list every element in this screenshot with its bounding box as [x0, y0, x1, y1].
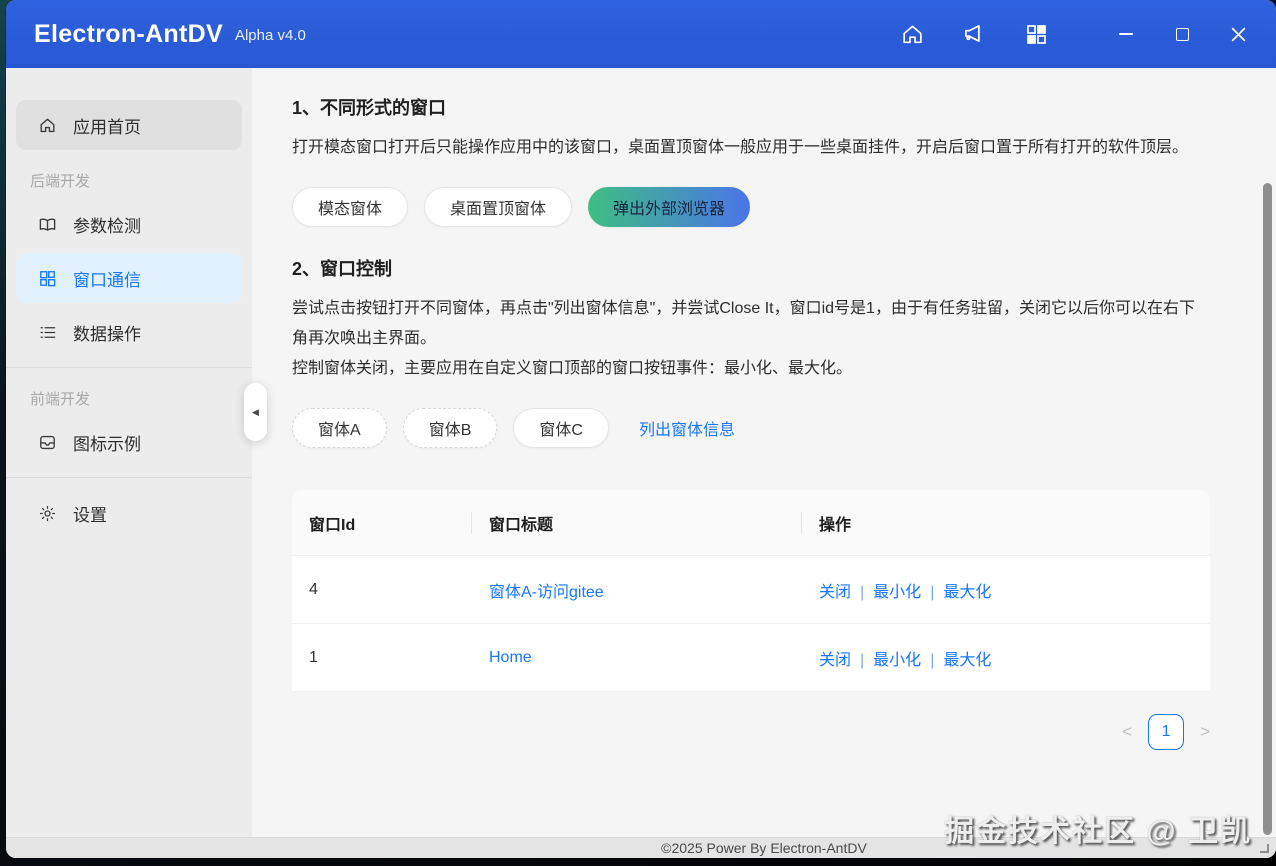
- list-windows-link[interactable]: 列出窗体信息: [639, 416, 735, 440]
- desktop-topmost-button[interactable]: 桌面置顶窗体: [424, 187, 572, 227]
- pagination-next-icon[interactable]: >: [1200, 722, 1210, 742]
- pagination-page-1[interactable]: 1: [1148, 714, 1184, 750]
- sidebar-item-home[interactable]: 应用首页: [16, 100, 242, 150]
- cell-window-id: 1: [292, 624, 472, 692]
- apps-grid-icon[interactable]: [1022, 20, 1050, 48]
- sidebar-collapse-handle[interactable]: ◀: [244, 383, 267, 441]
- table-row: 1 Home 关闭 | 最小化 | 最大化: [292, 624, 1210, 692]
- sidebar: 应用首页 后端开发 参数检测 窗口通信 数据操作 前端开发 图标示例: [6, 68, 252, 837]
- brand-area: Electron-AntDV Alpha v4.0: [34, 20, 306, 49]
- resize-grip[interactable]: [1260, 844, 1269, 853]
- pagination-prev-icon[interactable]: <: [1122, 722, 1132, 742]
- section2-heading: 2、窗口控制: [292, 255, 1210, 281]
- sidebar-group-frontend: 前端开发: [30, 388, 252, 409]
- window-b-button[interactable]: 窗体B: [403, 408, 498, 448]
- close-button[interactable]: [1224, 20, 1252, 48]
- modal-window-button[interactable]: 模态窗体: [292, 187, 408, 227]
- inbox-icon: [38, 433, 57, 452]
- sidebar-divider: [6, 367, 252, 368]
- sidebar-item-data-ops[interactable]: 数据操作: [16, 307, 242, 357]
- windows-table: 窗口Id 窗口标题 操作 4 窗体A-访问gitee 关闭 | 最小化 | 最大化: [292, 490, 1210, 692]
- footer-text: ©2025 Power By Electron-AntDV: [661, 840, 867, 856]
- minimize-button[interactable]: [1112, 20, 1140, 48]
- open-external-browser-button[interactable]: 弹出外部浏览器: [588, 187, 750, 227]
- sidebar-item-label: 设置: [73, 501, 107, 526]
- op-close-link[interactable]: 关闭: [819, 584, 851, 601]
- gear-icon: [38, 504, 57, 523]
- blocks-icon: [38, 269, 57, 288]
- sidebar-group-backend: 后端开发: [30, 170, 252, 191]
- window-controls: [1112, 20, 1252, 48]
- pagination: < 1 >: [292, 714, 1210, 750]
- window-c-button[interactable]: 窗体C: [513, 408, 609, 448]
- op-separator: |: [930, 584, 934, 601]
- sidebar-item-params[interactable]: 参数检测: [16, 199, 242, 249]
- book-icon: [38, 215, 57, 234]
- house-icon: [38, 116, 57, 135]
- op-separator: |: [860, 584, 864, 601]
- window-title-link[interactable]: Home: [489, 649, 532, 666]
- op-minimize-link[interactable]: 最小化: [873, 584, 921, 601]
- table-header-row: 窗口Id 窗口标题 操作: [292, 490, 1210, 556]
- maximize-button[interactable]: [1168, 20, 1196, 48]
- titlebar: Electron-AntDV Alpha v4.0: [6, 0, 1276, 68]
- op-minimize-link[interactable]: 最小化: [873, 652, 921, 669]
- window-title-link[interactable]: 窗体A-访问gitee: [489, 584, 604, 601]
- table-row: 4 窗体A-访问gitee 关闭 | 最小化 | 最大化: [292, 556, 1210, 624]
- cell-window-id: 4: [292, 556, 472, 624]
- op-separator: |: [860, 652, 864, 669]
- sidebar-item-window-ipc[interactable]: 窗口通信: [16, 253, 242, 303]
- app-window: Electron-AntDV Alpha v4.0: [6, 0, 1276, 858]
- section2-paragraph-line2: 控制窗体关闭，主要应用在自定义窗口顶部的窗口按钮事件：最小化、最大化。: [292, 354, 1210, 384]
- main-content: 1、不同形式的窗口 打开模态窗口打开后只能操作应用中的该窗口，桌面置顶窗体一般应…: [252, 68, 1276, 837]
- column-header-actions: 操作: [802, 490, 1210, 556]
- section1-heading: 1、不同形式的窗口: [292, 94, 1210, 120]
- sidebar-item-icon-examples[interactable]: 图标示例: [16, 417, 242, 467]
- footer: ©2025 Power By Electron-AntDV: [6, 837, 1276, 858]
- section2-paragraph-line1: 尝试点击按钮打开不同窗体，再点击"列出窗体信息"，并尝试Close It，窗口i…: [292, 294, 1210, 354]
- op-close-link[interactable]: 关闭: [819, 652, 851, 669]
- home-icon[interactable]: [898, 20, 926, 48]
- sidebar-item-label: 参数检测: [73, 212, 141, 237]
- sidebar-item-label: 应用首页: [73, 113, 141, 138]
- column-header-window-id: 窗口Id: [292, 490, 472, 556]
- sidebar-item-label: 窗口通信: [73, 266, 141, 291]
- sidebar-item-settings[interactable]: 设置: [16, 488, 242, 538]
- op-separator: |: [930, 652, 934, 669]
- list-icon: [38, 323, 57, 342]
- section1-paragraph: 打开模态窗口打开后只能操作应用中的该窗口，桌面置顶窗体一般应用于一些桌面挂件，开…: [292, 133, 1210, 163]
- sidebar-divider: [6, 477, 252, 478]
- op-maximize-link[interactable]: 最大化: [943, 652, 991, 669]
- sidebar-item-label: 数据操作: [73, 320, 141, 345]
- app-version-badge: Alpha v4.0: [235, 25, 306, 44]
- sidebar-item-label: 图标示例: [73, 430, 141, 455]
- announcement-icon[interactable]: [960, 20, 988, 48]
- app-title: Electron-AntDV: [34, 20, 223, 49]
- window-a-button[interactable]: 窗体A: [292, 408, 387, 448]
- op-maximize-link[interactable]: 最大化: [943, 584, 991, 601]
- column-header-window-title: 窗口标题: [472, 490, 802, 556]
- scrollbar[interactable]: [1263, 183, 1272, 835]
- chevron-left-icon: ◀: [252, 407, 259, 418]
